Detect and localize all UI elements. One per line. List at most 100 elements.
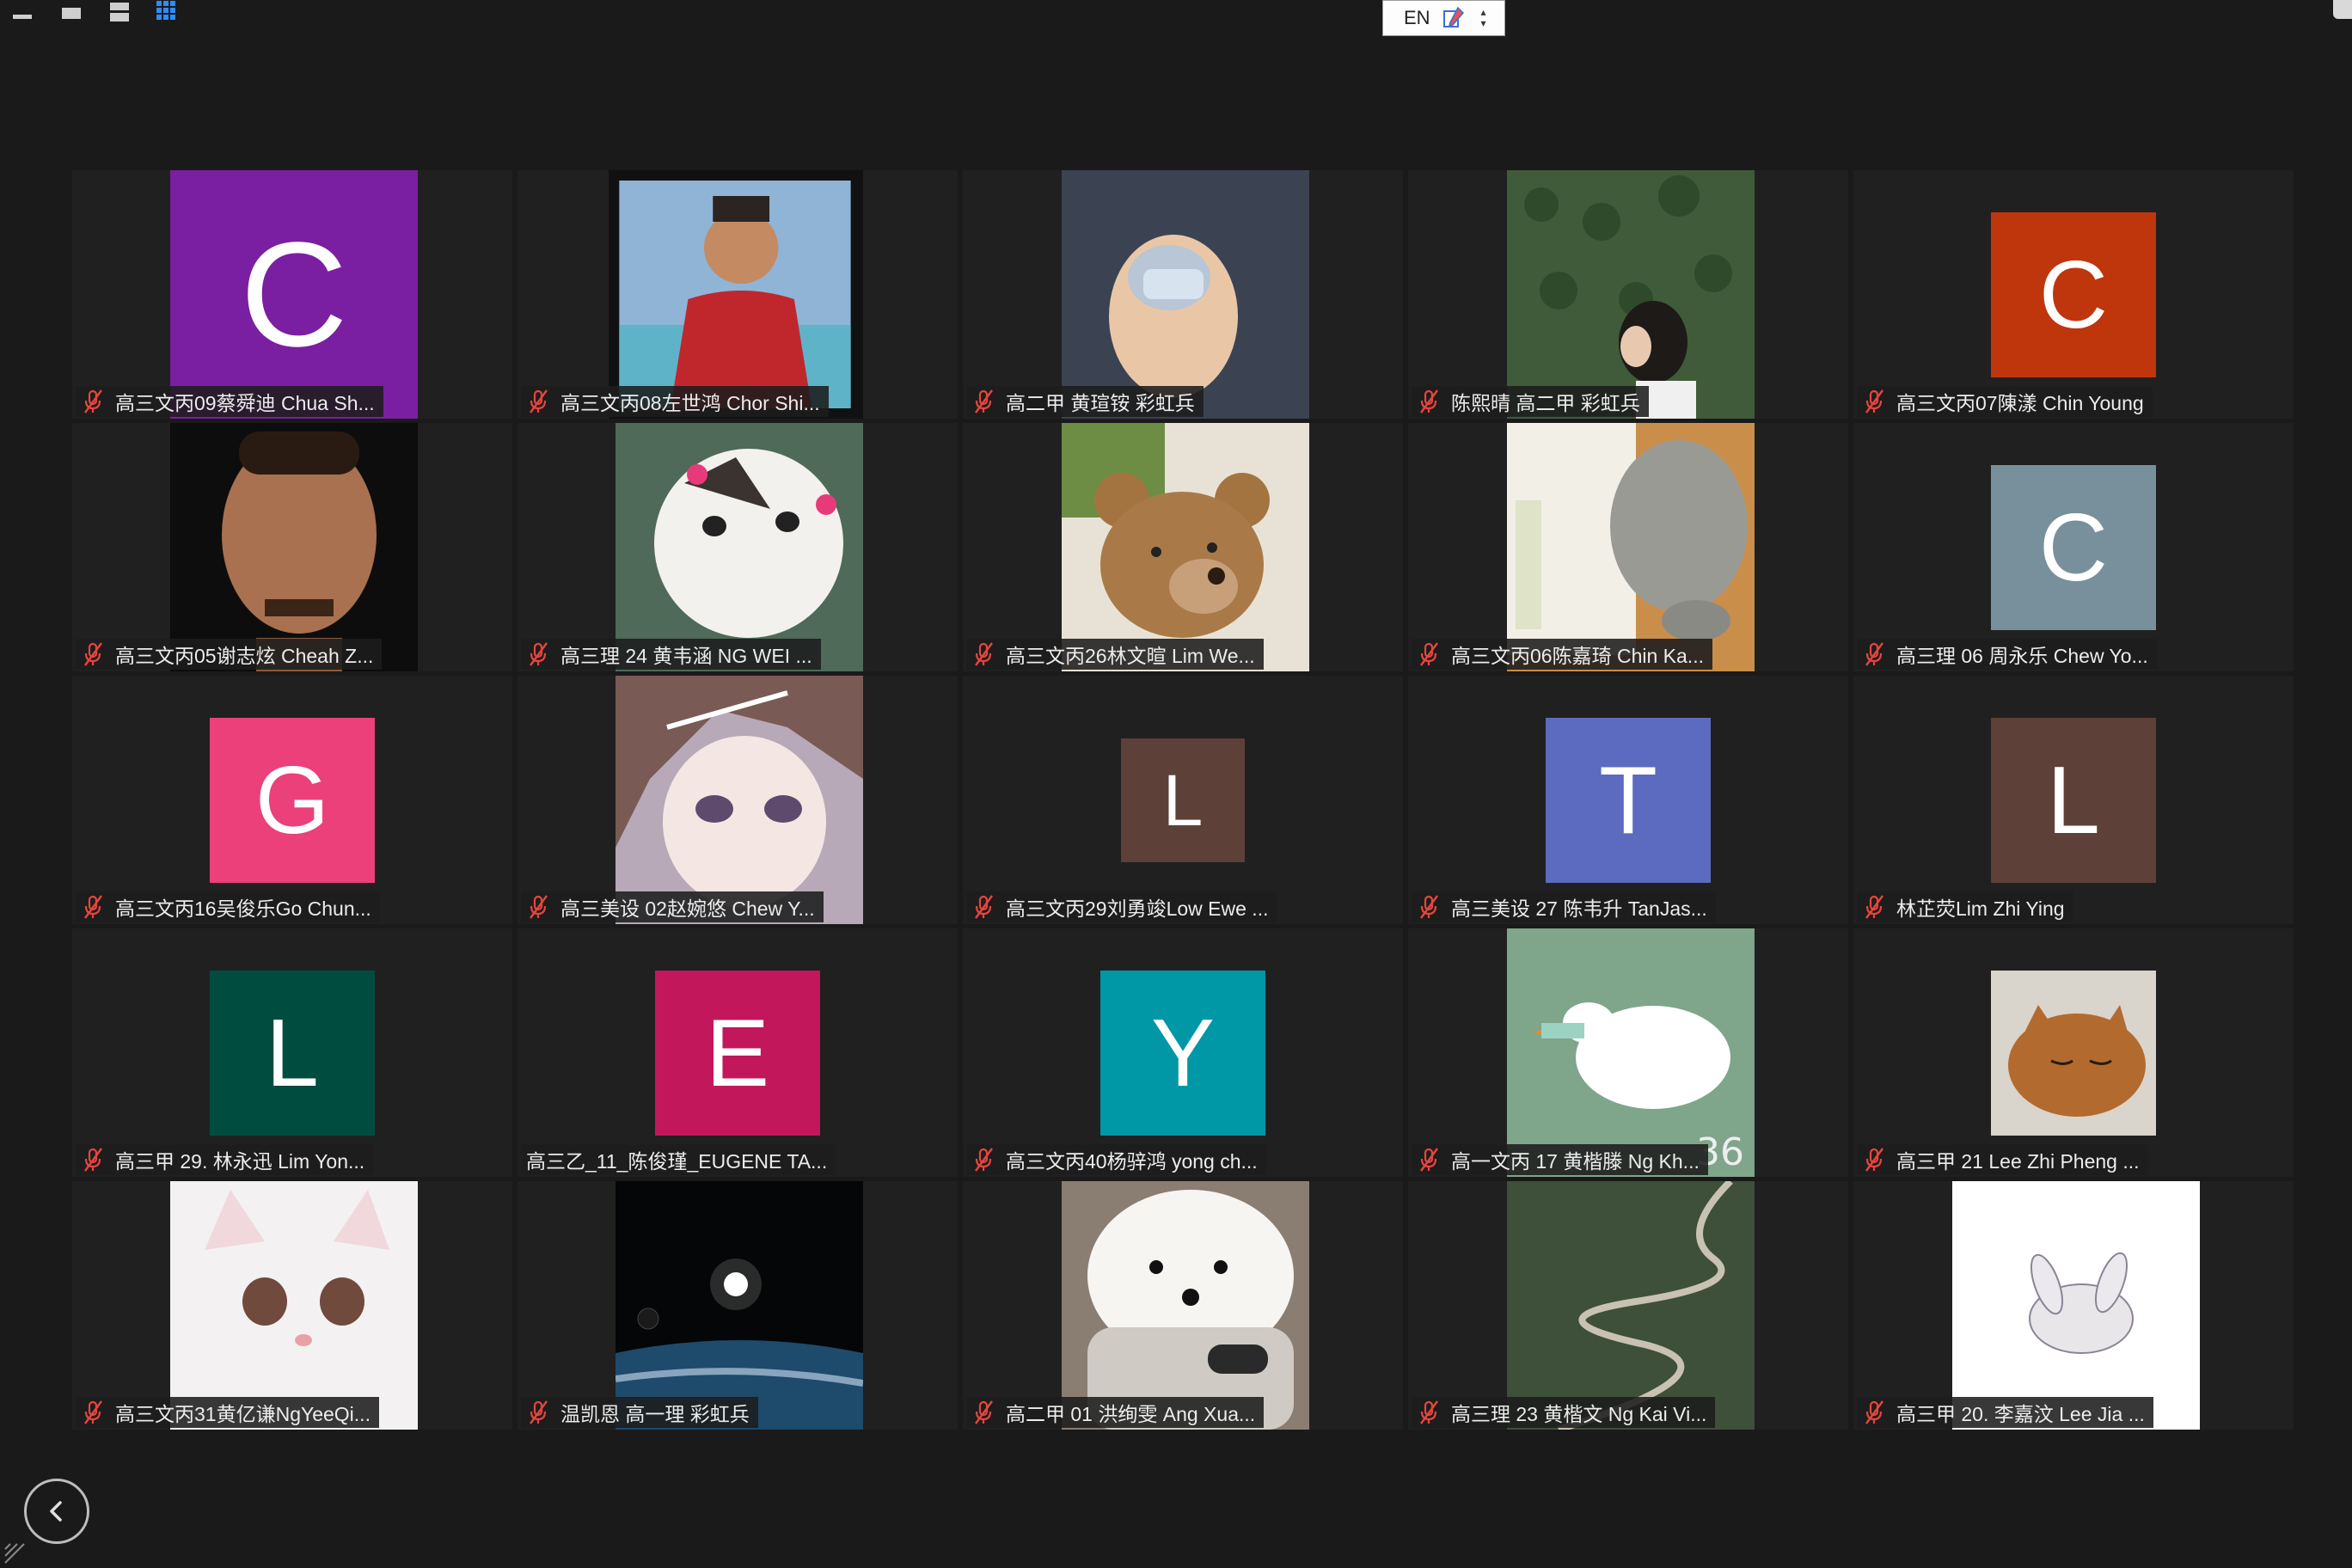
gallery-grid: C 高三文丙09蔡舜迪 Chua Sh... 高三文丙08左世鸿 Chor Sh…: [72, 170, 2294, 1433]
participant-tile[interactable]: C 高三文丙07陳漾 Chin Young: [1853, 170, 2294, 419]
participant-tile[interactable]: G 高三文丙16吴俊乐Go Chun...: [72, 676, 512, 924]
participant-name-label: 高三美设 27 陈韦升 TanJas...: [1412, 891, 1716, 922]
participant-name: 高三文丙09蔡舜迪 Chua Sh...: [115, 392, 375, 414]
avatar-letter: L: [266, 999, 319, 1106]
avatar-initial: C: [1991, 212, 2156, 377]
strip-view-button[interactable]: [101, 0, 136, 26]
participant-name-label: 高二甲 01 洪绚雯 Ang Xua...: [966, 1397, 1265, 1428]
corner-handle[interactable]: [2333, 0, 2352, 19]
muted-mic-icon: [975, 895, 993, 919]
avatar-initial: C: [1991, 465, 2156, 630]
participant-name: 高三文丙08左世鸿 Chor Shi...: [560, 392, 820, 414]
participant-tile[interactable]: 高三理 23 黄楷文 Ng Kai Vi...: [1408, 1181, 1848, 1430]
avatar-photo: [616, 423, 863, 671]
muted-mic-icon: [1865, 895, 1883, 919]
participant-name-label: 高三理 06 周永乐 Chew Yo...: [1857, 639, 2157, 670]
participant-name-label: 高三文丙26林文暄 Lim We...: [966, 639, 1264, 670]
language-bar[interactable]: EN ▴ ▾: [1382, 0, 1505, 36]
participant-tile[interactable]: 温凯恩 高一理 彩虹兵: [518, 1181, 958, 1430]
participant-name-label: 陈熙晴 高二甲 彩虹兵: [1412, 386, 1649, 417]
participant-name-label: 高三文丙40杨骍鸿 yong ch...: [966, 1144, 1266, 1175]
avatar-initial: E: [655, 971, 820, 1136]
participant-tile[interactable]: T 高三美设 27 陈韦升 TanJas...: [1408, 676, 1848, 924]
gallery-view-button[interactable]: [151, 0, 186, 26]
avatar-letter: L: [2047, 746, 2100, 854]
resize-grip-icon[interactable]: [3, 1542, 26, 1565]
avatar-letter: E: [705, 999, 770, 1106]
muted-mic-icon: [1865, 1400, 1883, 1424]
participant-tile[interactable]: 高二甲 01 洪绚雯 Ang Xua...: [963, 1181, 1403, 1430]
avatar-letter: G: [254, 746, 330, 854]
chevron-left-icon: [50, 1501, 62, 1522]
muted-mic-icon: [1420, 642, 1438, 666]
participant-tile[interactable]: 陈熙晴 高二甲 彩虹兵: [1408, 170, 1848, 419]
participant-tile[interactable]: 高二甲 黄瑄铵 彩虹兵: [963, 170, 1403, 419]
participant-tile[interactable]: 高三文丙31黄亿谦NgYeeQi...: [72, 1181, 512, 1430]
muted-mic-icon: [530, 895, 548, 919]
muted-mic-icon: [1420, 389, 1438, 413]
avatar-photo: [609, 170, 863, 419]
muted-mic-icon: [84, 1400, 102, 1424]
language-options-button[interactable]: ▴ ▾: [1475, 5, 1492, 31]
participant-name: 高三甲 29. 林永迅 Lim Yon...: [115, 1150, 365, 1173]
participant-tile[interactable]: L 林芷荧Lim Zhi Ying: [1853, 676, 2294, 924]
participant-name: 高三美设 02赵婉悠 Chew Y...: [560, 897, 815, 920]
muted-mic-icon: [975, 642, 993, 666]
participant-tile[interactable]: 高三文丙06陈嘉琦 Chin Ka...: [1408, 423, 1848, 671]
participant-tile[interactable]: C 高三文丙09蔡舜迪 Chua Sh...: [72, 170, 512, 419]
muted-mic-icon: [975, 1148, 993, 1172]
avatar-photo: [1062, 170, 1309, 419]
avatar-photo: [1952, 1181, 2200, 1430]
participant-name-label: 高三文丙07陳漾 Chin Young: [1857, 386, 2153, 417]
participant-tile[interactable]: L 高三甲 29. 林永迅 Lim Yon...: [72, 928, 512, 1177]
avatar-letter: T: [1599, 746, 1657, 854]
back-button[interactable]: [24, 1479, 89, 1544]
participant-tile[interactable]: 36 高一文丙 17 黄楷滕 Ng Kh...: [1408, 928, 1848, 1177]
muted-mic-icon: [84, 389, 102, 413]
avatar-initial: T: [1546, 718, 1711, 883]
participant-name-label: 林芷荧Lim Zhi Ying: [1857, 891, 2073, 922]
participant-name-label: 温凯恩 高一理 彩虹兵: [521, 1397, 758, 1428]
speaker-view-button[interactable]: [53, 0, 88, 26]
avatar-photo: [1507, 1181, 1755, 1430]
language-code[interactable]: EN: [1404, 7, 1430, 29]
participant-name: 高三文丙16吴俊乐Go Chun...: [115, 897, 371, 920]
participant-name: 高三文丙06陈嘉琦 Chin Ka...: [1451, 645, 1704, 667]
participant-name: 高三文丙07陳漾 Chin Young: [1896, 392, 2144, 414]
avatar-photo: [616, 676, 863, 924]
participant-tile[interactable]: 高三文丙26林文暄 Lim We...: [963, 423, 1403, 671]
avatar-letter: C: [2038, 241, 2109, 348]
muted-mic-icon: [1865, 642, 1883, 666]
participant-name-label: 高三文丙29刘勇竣Low Ewe ...: [966, 891, 1277, 922]
participant-tile[interactable]: L 高三文丙29刘勇竣Low Ewe ...: [963, 676, 1403, 924]
input-method-icon[interactable]: [1442, 6, 1465, 30]
participant-tile[interactable]: 高三甲 21 Lee Zhi Pheng ...: [1853, 928, 2294, 1177]
avatar-photo: [1062, 423, 1309, 671]
participant-name: 高三理 06 周永乐 Chew Yo...: [1896, 645, 2148, 667]
muted-mic-icon: [530, 1400, 548, 1424]
avatar-photo: [1991, 971, 2156, 1136]
muted-mic-icon: [1420, 1148, 1438, 1172]
participant-tile[interactable]: Y 高三文丙40杨骍鸿 yong ch...: [963, 928, 1403, 1177]
participant-name: 高三文丙31黄亿谦NgYeeQi...: [115, 1403, 371, 1425]
minimize-view-button[interactable]: [7, 0, 41, 26]
participant-name: 高三文丙26林文暄 Lim We...: [1006, 645, 1255, 667]
participant-tile[interactable]: E 高三乙_11_陈俊瑾_EUGENE TA...: [518, 928, 958, 1177]
avatar-initial: L: [1991, 718, 2156, 883]
participant-tile[interactable]: 高三文丙05谢志炫 Cheah Z...: [72, 423, 512, 671]
participant-name-label: 高一文丙 17 黄楷滕 Ng Kh...: [1412, 1144, 1708, 1175]
avatar-photo: 36: [1507, 928, 1755, 1177]
participant-name: 温凯恩 高一理 彩虹兵: [560, 1403, 750, 1425]
participant-name: 高三甲 20. 李嘉汶 Lee Jia ...: [1896, 1403, 2145, 1425]
avatar-letter: C: [240, 211, 348, 377]
participant-tile[interactable]: 高三甲 20. 李嘉汶 Lee Jia ...: [1853, 1181, 2294, 1430]
participant-tile[interactable]: 高三美设 02赵婉悠 Chew Y...: [518, 676, 958, 924]
participant-tile[interactable]: C 高三理 06 周永乐 Chew Yo...: [1853, 423, 2294, 671]
participant-name: 高三乙_11_陈俊瑾_EUGENE TA...: [526, 1150, 828, 1173]
avatar-initial: Y: [1100, 971, 1265, 1136]
participant-name: 陈熙晴 高二甲 彩虹兵: [1451, 392, 1640, 414]
muted-mic-icon: [975, 1400, 993, 1424]
participant-name: 林芷荧Lim Zhi Ying: [1896, 897, 2065, 920]
participant-tile[interactable]: 高三文丙08左世鸿 Chor Shi...: [518, 170, 958, 419]
participant-tile[interactable]: 高三理 24 黄韦涵 NG WEI ...: [518, 423, 958, 671]
